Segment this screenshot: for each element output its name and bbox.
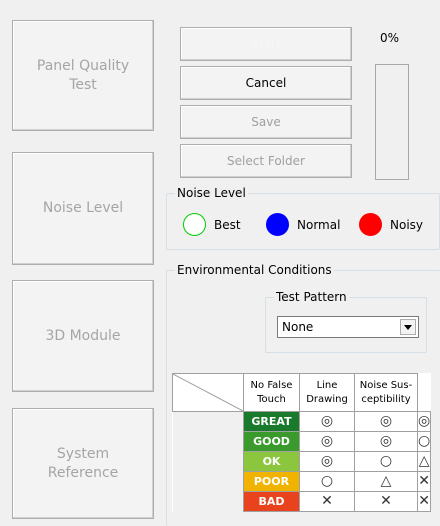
table-row: GREAT ◎ ◎ ◎: [172, 411, 432, 432]
environmental-conditions-title: Environmental Conditions: [175, 262, 334, 278]
table-cell: ◎: [299, 411, 355, 432]
cancel-button[interactable]: Cancel: [180, 66, 352, 100]
table-cell: ◎: [299, 431, 355, 452]
quality-table: No False Touch Line Drawing Noise Sus- c…: [172, 373, 432, 512]
table-cell: ✕: [299, 491, 355, 512]
progress-percent: 0%: [380, 31, 400, 45]
table-row: POOR ○ △ ✕: [172, 471, 432, 492]
table-row: OK ◎ ○ △: [172, 451, 432, 472]
panel-quality-test-button[interactable]: Panel Quality Test: [12, 20, 154, 131]
system-reference-button[interactable]: System Reference: [12, 408, 154, 519]
legend-best-label: Best: [214, 217, 241, 232]
table-cell: ◎: [416, 411, 432, 432]
legend-noisy: Noisy: [359, 213, 423, 236]
grade-great: GREAT: [243, 411, 300, 432]
table-cell: ◎: [299, 451, 355, 472]
table-cell: ✕: [354, 491, 418, 512]
column-noise-susceptibility: Noise Sus- ceptibility: [354, 373, 418, 412]
noisy-dot-icon: [359, 213, 382, 236]
grade-good: GOOD: [243, 431, 300, 452]
table-row: BAD ✕ ✕ ✕: [172, 491, 432, 512]
column-no-false-touch: No False Touch: [243, 373, 300, 412]
grade-bad: BAD: [243, 491, 300, 512]
table-cell: ○: [299, 471, 355, 492]
table-cell: ○: [416, 431, 432, 452]
chevron-down-icon[interactable]: [400, 319, 416, 335]
table-cell: ✕: [416, 491, 432, 512]
legend-noisy-label: Noisy: [390, 217, 424, 232]
grade-ok: OK: [243, 451, 300, 472]
select-folder-button[interactable]: Select Folder: [180, 144, 352, 178]
save-button[interactable]: Save: [180, 105, 352, 139]
legend-normal-label: Normal: [297, 217, 341, 232]
grade-poor: POOR: [243, 471, 300, 492]
noise-level-group: Noise Level Best Normal Noisy: [166, 185, 440, 250]
test-pattern-select[interactable]: None: [277, 316, 419, 338]
table-cell: ◎: [354, 431, 418, 452]
table-row: GOOD ◎ ◎ ○: [172, 431, 432, 452]
progress-bar: [375, 64, 409, 180]
3d-module-button[interactable]: 3D Module: [12, 280, 154, 392]
noise-level-title: Noise Level: [175, 185, 248, 201]
legend-best: Best: [183, 213, 241, 236]
table-cell: ○: [354, 451, 418, 472]
test-pattern-value: None: [282, 320, 314, 334]
table-cell: ◎: [354, 411, 418, 432]
table-cell: ✕: [416, 471, 432, 492]
normal-dot-icon: [266, 213, 289, 236]
legend-normal: Normal: [266, 213, 340, 236]
test-pattern-title: Test Pattern: [274, 289, 349, 305]
best-dot-icon: [183, 213, 206, 236]
table-cell: △: [416, 451, 432, 472]
column-line-drawing: Line Drawing: [299, 373, 355, 412]
start-button[interactable]: Start: [180, 27, 352, 61]
noise-level-button[interactable]: Noise Level: [12, 152, 154, 265]
table-cell: △: [354, 471, 418, 492]
table-corner: [172, 373, 244, 412]
